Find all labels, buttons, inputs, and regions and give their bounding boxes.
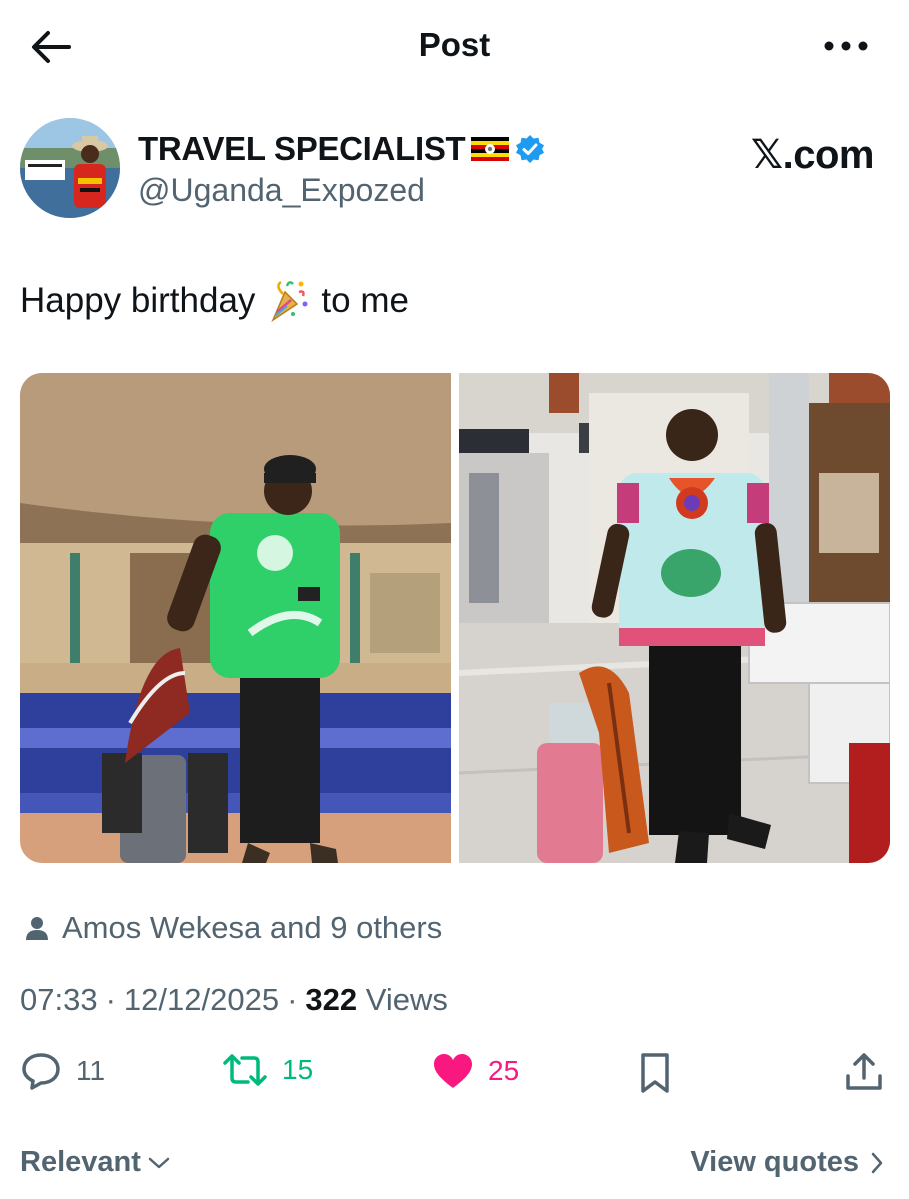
photo-poolside[interactable] [20, 373, 451, 863]
view-quotes-label: View quotes [690, 1146, 859, 1178]
share-button[interactable] [845, 1052, 883, 1092]
verified-badge-icon [516, 135, 545, 163]
sort-replies-button[interactable]: Relevant [20, 1146, 171, 1179]
page-title: Post [418, 26, 491, 63]
view-quotes-button[interactable]: View quotes [690, 1146, 885, 1179]
repost-count: 15 [282, 1054, 314, 1085]
repost-icon [223, 1054, 267, 1086]
action-bar: 11 15 25 [0, 1046, 909, 1106]
display-name-row[interactable]: TRAVEL SPECIALIST [138, 130, 545, 168]
author-row: TRAVEL SPECIALIST @Uganda_Expozed 𝕏.com [20, 118, 890, 222]
views-label: Views [365, 982, 448, 1017]
uganda-flag-icon [471, 137, 510, 161]
liked-by-text: Amos Wekesa and 9 others [62, 910, 443, 945]
post-time: 07:33 [20, 982, 98, 1017]
bookmark-button[interactable] [638, 1052, 672, 1094]
post-text: Happy birthday to me [20, 278, 409, 324]
sort-label: Relevant [20, 1146, 141, 1178]
post-meta: 07:33 · 12/12/2025 · 322 Views [20, 982, 448, 1018]
views-count: 322 [305, 982, 358, 1017]
person-icon [26, 917, 48, 940]
more-options-button[interactable] [821, 30, 871, 62]
views-group[interactable]: 322 Views [305, 982, 448, 1018]
post-text-start: Happy birthday [20, 281, 256, 320]
party-popper-icon [271, 280, 308, 323]
replies-header: Relevant View quotes [0, 1140, 909, 1190]
user-handle[interactable]: @Uganda_Expozed [138, 172, 425, 209]
liked-by-row[interactable]: Amos Wekesa and 9 others [24, 910, 442, 946]
meta-separator: · [287, 982, 298, 1017]
meta-separator: · [105, 982, 116, 1017]
more-horizontal-icon [824, 41, 868, 51]
reply-button[interactable]: 11 [20, 1052, 105, 1090]
post-date: 12/12/2025 [123, 982, 280, 1017]
bookmark-icon [641, 1053, 669, 1093]
reply-icon [22, 1053, 60, 1090]
x-com-watermark: 𝕏.com [750, 133, 875, 177]
display-name[interactable]: TRAVEL SPECIALIST [138, 130, 466, 168]
top-bar: Post [0, 0, 909, 92]
post-text-end: to me [321, 281, 409, 320]
repost-button[interactable]: 15 [222, 1052, 313, 1088]
chevron-right-icon [871, 1152, 883, 1173]
chevron-down-icon [148, 1157, 170, 1168]
like-count: 25 [488, 1055, 520, 1086]
reply-count: 11 [76, 1055, 106, 1086]
like-button[interactable]: 25 [432, 1052, 519, 1090]
post-media [20, 373, 890, 863]
share-icon [846, 1053, 882, 1090]
heart-filled-icon [434, 1054, 472, 1088]
photo-airport[interactable] [459, 373, 890, 863]
avatar[interactable] [20, 118, 120, 218]
